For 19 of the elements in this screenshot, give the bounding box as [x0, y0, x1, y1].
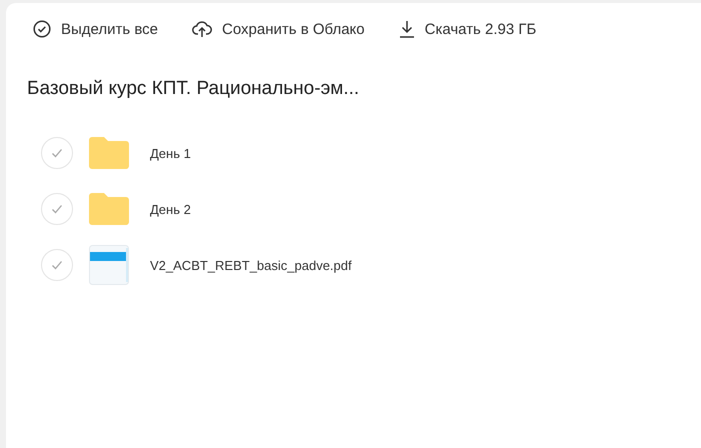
folder-icon	[89, 137, 129, 169]
checkbox[interactable]	[41, 137, 73, 169]
checkbox[interactable]	[41, 249, 73, 281]
checkbox[interactable]	[41, 193, 73, 225]
download-button[interactable]: Скачать 2.93 ГБ	[392, 18, 536, 40]
file-name[interactable]: V2_ACBT_REBT_basic_padve.pdf	[150, 258, 352, 272]
check-icon	[51, 260, 63, 270]
document-thumbnail-icon	[89, 245, 129, 285]
select-all-button[interactable]: Выделить все	[27, 18, 158, 40]
download-icon	[398, 20, 415, 38]
check-circle-icon	[33, 20, 51, 38]
check-icon	[51, 204, 63, 214]
save-to-cloud-button[interactable]: Сохранить в Облако	[186, 18, 365, 40]
folder-name[interactable]: День 2	[150, 202, 191, 216]
folder-icon	[89, 193, 129, 225]
check-icon	[51, 148, 63, 158]
folder-name[interactable]: День 1	[150, 146, 191, 160]
folder-title: Базовый курс КПТ. Рационально-эм...	[27, 78, 360, 100]
cloud-upload-icon	[192, 20, 212, 38]
